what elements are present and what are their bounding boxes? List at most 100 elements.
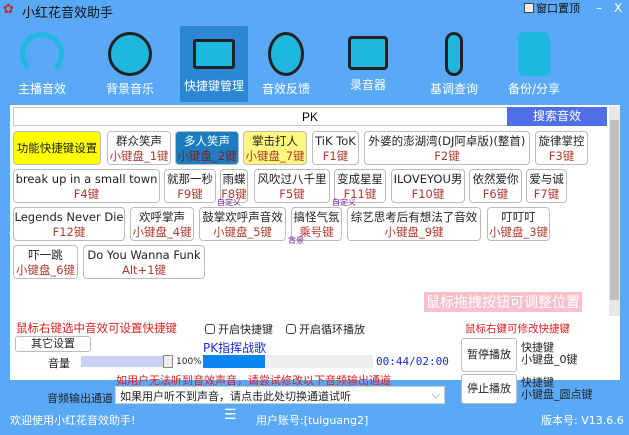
- other-settings-button[interactable]: 其它设置: [15, 336, 91, 352]
- nav-recorder[interactable]: 录音器: [334, 26, 402, 102]
- playback-progress[interactable]: [203, 355, 373, 368]
- volume-value: 100%: [176, 357, 202, 367]
- sound-button[interactable]: 功能快捷键设置: [13, 131, 101, 165]
- pause-button[interactable]: 暂停播放: [461, 338, 517, 372]
- sound-name: 欢呼掌声: [139, 210, 185, 224]
- nav-feedback[interactable]: 音效反馈: [252, 26, 320, 102]
- sound-hotkey: 小键盘_2键: [177, 149, 237, 163]
- microphone-icon: [445, 32, 463, 76]
- sound-name: TiK ToK: [315, 134, 356, 148]
- webcam-icon: [268, 32, 304, 76]
- sound-name: break up in a small town: [15, 172, 158, 186]
- output-select[interactable]: 如果用户听不到声音，请点击此处切换通道试听 ⌵: [115, 386, 445, 404]
- pin-window-checkbox[interactable]: 窗口置顶: [524, 0, 580, 16]
- sound-hotkey: 小键盘_7键: [245, 149, 305, 163]
- scrollbar[interactable]: [609, 106, 620, 316]
- sound-name: Legends Never Die: [14, 210, 124, 224]
- sound-hotkey: F10键: [411, 187, 445, 201]
- sound-hotkey: F7键: [533, 187, 560, 201]
- sound-button[interactable]: 爱与诚 F7键: [526, 169, 567, 203]
- sound-hotkey: 小键盘_3键: [488, 225, 549, 239]
- sound-name: 掌击打人: [252, 134, 298, 148]
- sound-button[interactable]: 依然爱你 F6键: [469, 169, 522, 203]
- sound-button[interactable]: 欢呼掌声 小键盘_4键: [130, 207, 194, 241]
- app-logo-icon: ✿: [3, 2, 14, 17]
- sound-button[interactable]: TiK ToK F1键: [312, 131, 359, 165]
- version: 版本号: V13.6.6: [541, 414, 624, 427]
- enable-hotkey-checkbox[interactable]: 开启快捷键: [205, 321, 273, 337]
- sound-hotkey: F5键: [279, 187, 305, 201]
- sound-name: Do You Wanna Funk: [87, 248, 201, 262]
- minimize-button[interactable]: –: [596, 1, 602, 15]
- nav-hotkey-manage[interactable]: 快捷键管理: [180, 26, 248, 102]
- volume-slider[interactable]: [81, 355, 173, 368]
- nav-backup-share[interactable]: 备份/分享: [500, 26, 568, 102]
- nav-bg-music[interactable]: 背景音乐: [96, 26, 164, 102]
- sound-name: 爱与诚: [529, 172, 564, 186]
- sound-button[interactable]: 鼓掌欢呼声音效 小键盘_5键: [199, 207, 286, 241]
- sound-button[interactable]: 综艺思考后有想法了音效 小键盘_9键: [347, 207, 481, 241]
- drag-hint: 鼠标拖拽按钮可调整位置: [424, 292, 582, 312]
- headphones-icon: [20, 32, 64, 76]
- sound-name: 就那一秒: [167, 172, 213, 186]
- sound-name: 风吹过八千里: [257, 172, 327, 186]
- sound-hotkey: F12键: [52, 225, 86, 239]
- sound-button[interactable]: 掌击打人 小键盘_7键: [243, 131, 307, 165]
- volume-label: 音量: [48, 357, 70, 370]
- nav-anchor-sfx[interactable]: 主播音效: [8, 26, 76, 102]
- sound-button[interactable]: 外婆的澎湖湾(DJ阿卓版)(整首) F2键: [364, 131, 530, 165]
- sound-button[interactable]: break up in a small town F4键: [13, 169, 160, 203]
- now-playing: PK指挥战歌: [203, 341, 267, 355]
- sound-hotkey: F3键: [548, 149, 575, 163]
- sound-hotkey: F9键: [177, 187, 203, 201]
- welcome-text: 欢迎使用小红花音效助手!: [10, 414, 136, 427]
- search-button[interactable]: 搜索音效: [507, 107, 607, 126]
- sound-button[interactable]: ILOVEYOU男 F10键: [391, 169, 465, 203]
- sound-button[interactable]: 群众笑声 小键盘_1键: [107, 131, 171, 165]
- sound-button[interactable]: 旋律掌控 F3键: [535, 131, 588, 165]
- close-button[interactable]: X: [614, 1, 622, 15]
- pin-label: 窗口置顶: [536, 2, 580, 15]
- sound-name: 群众笑声: [116, 134, 162, 148]
- music-disc-icon: [108, 32, 152, 76]
- bg-tag: 背景: [288, 236, 304, 245]
- sound-hotkey: F1键: [322, 149, 349, 163]
- enable-loop-checkbox[interactable]: 开启循环播放: [286, 321, 365, 337]
- database-upload-icon: [518, 32, 550, 76]
- stop-hotkey: 快捷键 小键盘_圆点键: [521, 376, 593, 401]
- sound-button[interactable]: 风吹过八千里 F5键: [254, 169, 330, 203]
- sound-name: 鼓掌欢呼声音效: [202, 210, 283, 224]
- sound-name: 外婆的澎湖湾(DJ阿卓版)(整首): [368, 134, 526, 148]
- app-title: 小红花音效助手: [22, 6, 114, 21]
- sound-button[interactable]: Legends Never Die F12键: [13, 207, 125, 241]
- modify-hint: 鼠标右键可修改快捷键: [465, 323, 570, 335]
- sound-name: 旋律掌控: [538, 134, 585, 148]
- sound-name: 功能快捷键设置: [16, 141, 98, 155]
- stop-button[interactable]: 停止播放: [461, 374, 517, 404]
- sound-hotkey: F4键: [73, 187, 100, 201]
- sound-name: 变成星星: [337, 172, 383, 186]
- menu-icon[interactable]: ☰: [224, 408, 244, 422]
- sound-name: ILOVEYOU男: [393, 172, 463, 186]
- sound-name: 搞怪气氛: [293, 210, 340, 224]
- sound-hotkey: 小键盘_6键: [15, 263, 76, 277]
- output-label: 音频输出通道: [47, 392, 113, 405]
- sound-button[interactable]: 就那一秒 F9键: [164, 169, 216, 203]
- sound-name: 叮叮叮: [501, 210, 536, 224]
- right-click-hint: 鼠标右键选中音效可设置快捷键: [16, 321, 177, 335]
- sound-button[interactable]: 多人笑声 小键盘_2键: [175, 131, 239, 165]
- sound-hotkey: 小键盘_1键: [109, 149, 169, 163]
- custom-tag: 自定义: [332, 198, 356, 207]
- sound-hotkey: 小键盘_9键: [384, 225, 444, 239]
- sound-button[interactable]: Do You Wanna Funk Alt+1键: [83, 245, 205, 279]
- custom-tag: 自定义: [217, 198, 241, 207]
- sound-hotkey: Alt+1键: [121, 263, 167, 277]
- sound-name: 吓一跳: [28, 248, 63, 262]
- sound-button[interactable]: 叮叮叮 小键盘_3键: [487, 207, 550, 241]
- playback-time: 00:44/02:00: [376, 355, 449, 368]
- user-account: 用户账号:[tuiguang2]: [256, 414, 369, 427]
- sound-name: 雨蝶: [222, 172, 246, 186]
- sound-hotkey: F2键: [434, 149, 460, 163]
- nav-key-lookup[interactable]: 基调查询: [420, 26, 488, 102]
- sound-button[interactable]: 吓一跳 小键盘_6键: [13, 245, 78, 279]
